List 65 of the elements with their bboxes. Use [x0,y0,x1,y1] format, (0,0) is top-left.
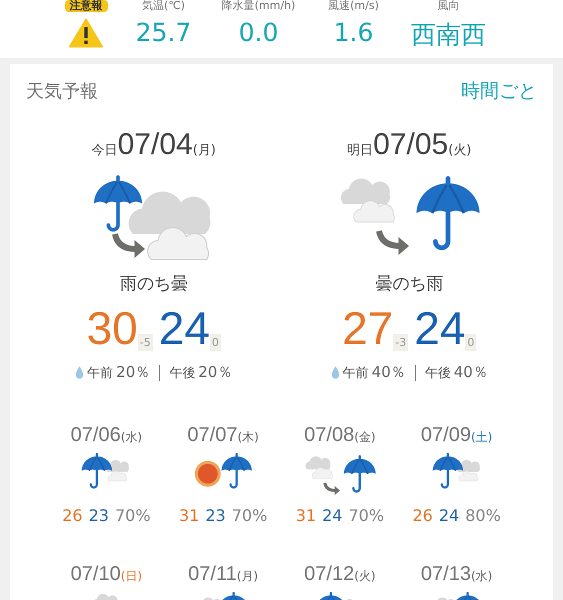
weekday: (日) [120,568,142,585]
low-temperature: 24 [414,305,466,351]
raindrop-icon [330,366,340,379]
warning-icon [69,18,103,48]
day-date: 07/12 [304,562,354,586]
raindrop-icon [75,366,84,379]
day-date: 07/05 [373,128,448,162]
low-temperature: 23 [205,506,226,525]
reading-label: 気温(℃) [142,0,185,12]
high-temperature: 26 [62,506,83,525]
reading-label: 降水量(mm/h) [222,0,296,12]
rain-chance: 70% [348,506,384,525]
reading-value: 0.0 [238,18,278,47]
weekday: (土) [470,429,492,446]
weekday: (水) [470,568,492,585]
day-label: 今日 [92,142,118,159]
precip-label: 午前 [87,364,114,382]
weekday: (金) [354,429,376,446]
day-date: 07/11 [188,562,237,586]
temperature-difference: 0 [210,334,221,351]
day-date: 07/04 [118,128,193,162]
reading-value: 西南西 [411,19,486,51]
section-title: 天気予報 [26,80,98,103]
day-date: 07/09 [420,424,471,447]
rain-chance: 70% [114,506,151,525]
day-date: 07/08 [304,424,354,447]
weekday: (月) [192,142,216,159]
condition-text: 雨のち曇 [120,273,188,295]
day-date: 07/10 [70,562,121,586]
rain-chance: 70% [232,506,268,525]
reading-value: 1.6 [334,18,374,47]
reading-value: 25.7 [136,18,192,47]
high-temperature: 31 [296,506,316,525]
temperature-difference: -3 [393,334,408,351]
weekday: (火) [448,142,472,159]
precip-label: 午前 [342,364,369,382]
precip-value: 20％ [116,363,150,382]
low-temperature: 24 [438,506,460,525]
day-date: 07/13 [420,562,471,586]
rain-chance: 80% [465,506,501,525]
high-temperature: 26 [412,506,433,525]
precip-value: 40％ [372,363,406,382]
low-temperature: 24 [158,305,210,351]
day-date: 07/07 [187,424,238,447]
high-temperature: 27 [342,305,394,351]
day-date: 07/06 [70,424,121,447]
precip-value: 20％ [198,363,232,382]
reading-label: 風速(m/s) [328,0,379,12]
precip-label: 午後 [169,364,196,382]
reading-label: 風向 [438,0,460,12]
weekday: (木) [237,429,259,446]
high-temperature: 31 [178,506,200,525]
weekday: (水) [120,429,142,446]
precip-value: 40％ [454,363,488,382]
precip-label: 午後 [424,364,451,382]
temperature-difference: -5 [138,334,153,351]
low-temperature: 23 [88,506,109,525]
temperature-difference: 0 [465,334,476,351]
hourly-link[interactable]: 時間ごと [461,78,537,104]
weekday: (月) [236,568,258,585]
low-temperature: 24 [322,506,342,525]
condition-text: 曇のち雨 [375,273,444,295]
weekday: (火) [354,568,376,585]
day-label: 明日 [347,142,374,159]
high-temperature: 30 [86,305,138,351]
